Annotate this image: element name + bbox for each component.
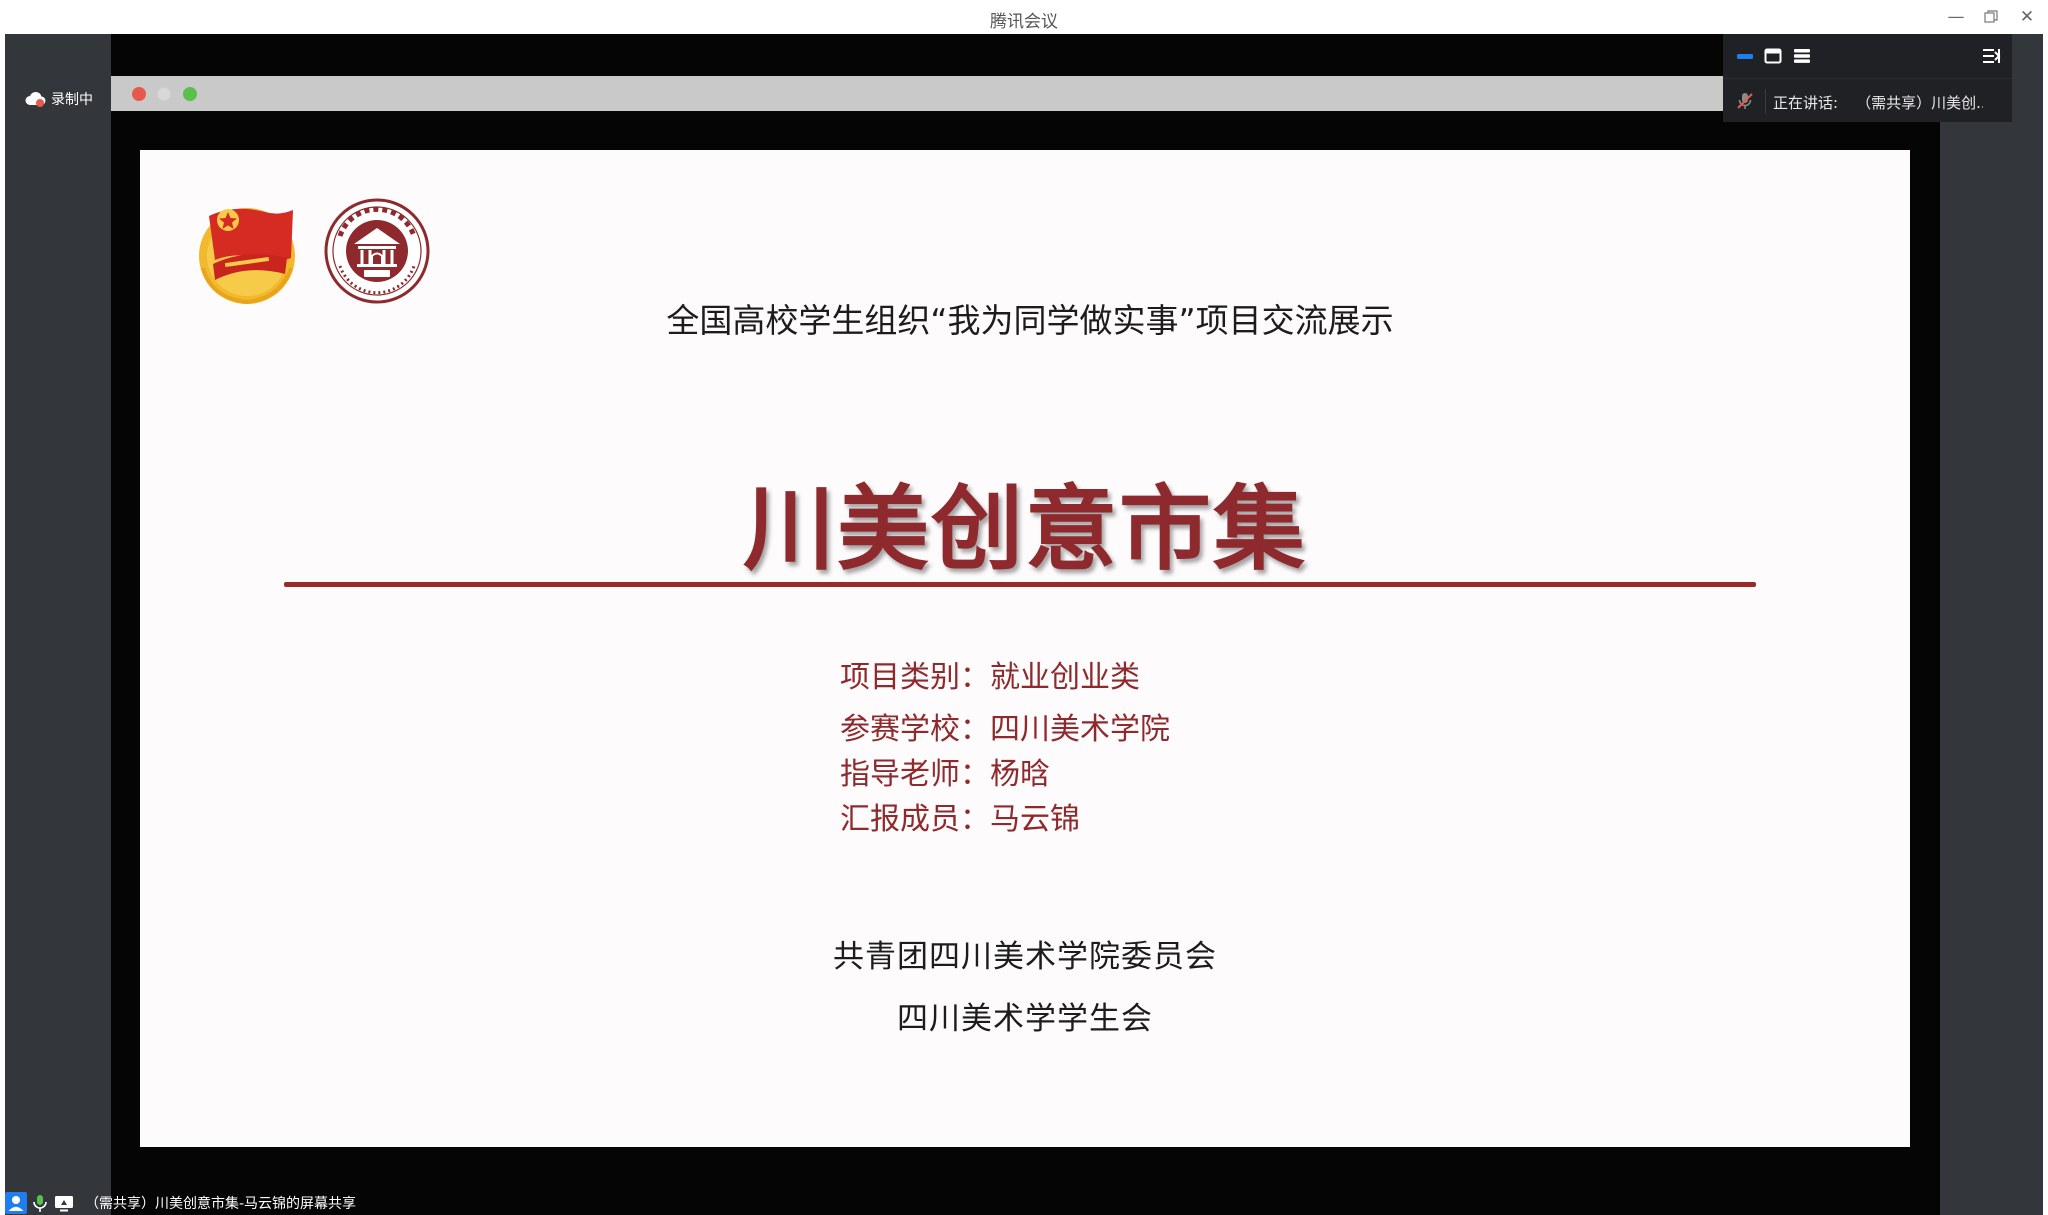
speaking-indicator: 正在讲话: （需共享）川美创... bbox=[1773, 92, 1983, 113]
slide-subtitle: 全国高校学生组织“我为同学做实事”项目交流展示 bbox=[666, 301, 1394, 340]
divider bbox=[1765, 89, 1766, 113]
left-panel bbox=[5, 34, 111, 1215]
minimize-icon[interactable]: — bbox=[1939, 4, 1973, 30]
user-icon[interactable] bbox=[5, 1192, 27, 1214]
close-icon[interactable]: ✕ bbox=[2010, 4, 2044, 30]
organizer-line: 四川美术学学生会 bbox=[897, 1001, 1153, 1037]
info-line-presenter: 汇报成员：马云锦 bbox=[840, 794, 1080, 838]
info-line-category: 项目类别：就业创业类 bbox=[840, 652, 1140, 696]
info-value: 就业创业类 bbox=[990, 660, 1140, 695]
floating-toolbar: 正在讲话: （需共享）川美创... bbox=[1723, 34, 2012, 122]
info-line-advisor: 指导老师：杨晗 bbox=[840, 749, 1050, 793]
window-title: 腾讯会议 bbox=[990, 12, 1058, 32]
window-edge bbox=[2043, 34, 2048, 1215]
title-bar: 腾讯会议 — ✕ bbox=[0, 0, 2048, 34]
restore-icon[interactable] bbox=[1974, 4, 2008, 30]
recording-label: 录制中 bbox=[51, 92, 93, 108]
info-label: 参赛学校： bbox=[840, 712, 990, 747]
shared-window-titlebar bbox=[111, 76, 1723, 111]
info-value: 杨晗 bbox=[990, 757, 1050, 792]
info-value: 四川美术学院 bbox=[990, 712, 1170, 747]
mac-close-dot-icon bbox=[132, 87, 146, 101]
presentation-slide: 全国高校学生组织“我为同学做实事”项目交流展示 川美创意市集 项目类别：就业创业… bbox=[140, 150, 1910, 1147]
window-icon[interactable] bbox=[1763, 47, 1783, 65]
status-text: （需共享）川美创意市集-马云锦的屏幕共享 bbox=[85, 1196, 357, 1212]
info-label: 项目类别： bbox=[840, 660, 990, 695]
list-icon[interactable] bbox=[1792, 47, 1812, 65]
slide-title: 川美创意市集 bbox=[742, 476, 1307, 583]
right-panel bbox=[1940, 34, 2043, 1215]
speaking-label: 正在讲话: bbox=[1773, 94, 1839, 112]
mac-minimize-dot-icon bbox=[157, 87, 171, 101]
mic-muted-icon bbox=[1735, 91, 1755, 111]
cloud-record-icon bbox=[25, 90, 47, 108]
youth-league-emblem bbox=[195, 198, 303, 306]
info-label: 汇报成员： bbox=[840, 802, 990, 837]
sidebar-toggle-icon[interactable] bbox=[1981, 47, 2001, 65]
speaking-name: （需共享）川美创... bbox=[1856, 94, 1983, 112]
status-bar: （需共享）川美创意市集-马云锦的屏幕共享 bbox=[5, 1191, 356, 1215]
screen-share-icon[interactable] bbox=[53, 1192, 75, 1214]
title-underline bbox=[284, 582, 1756, 587]
minimize-bar-icon[interactable] bbox=[1735, 47, 1755, 65]
organizer-line: 共青团四川美术学院委员会 bbox=[833, 939, 1217, 975]
info-value: 马云锦 bbox=[990, 802, 1080, 837]
info-label: 指导老师： bbox=[840, 757, 990, 792]
sichuan-fine-arts-seal bbox=[324, 198, 430, 304]
info-line-school: 参赛学校：四川美术学院 bbox=[840, 704, 1170, 748]
recording-indicator[interactable]: 录制中 bbox=[25, 88, 93, 110]
mac-zoom-dot-icon bbox=[183, 87, 197, 101]
mic-icon[interactable] bbox=[29, 1192, 51, 1214]
